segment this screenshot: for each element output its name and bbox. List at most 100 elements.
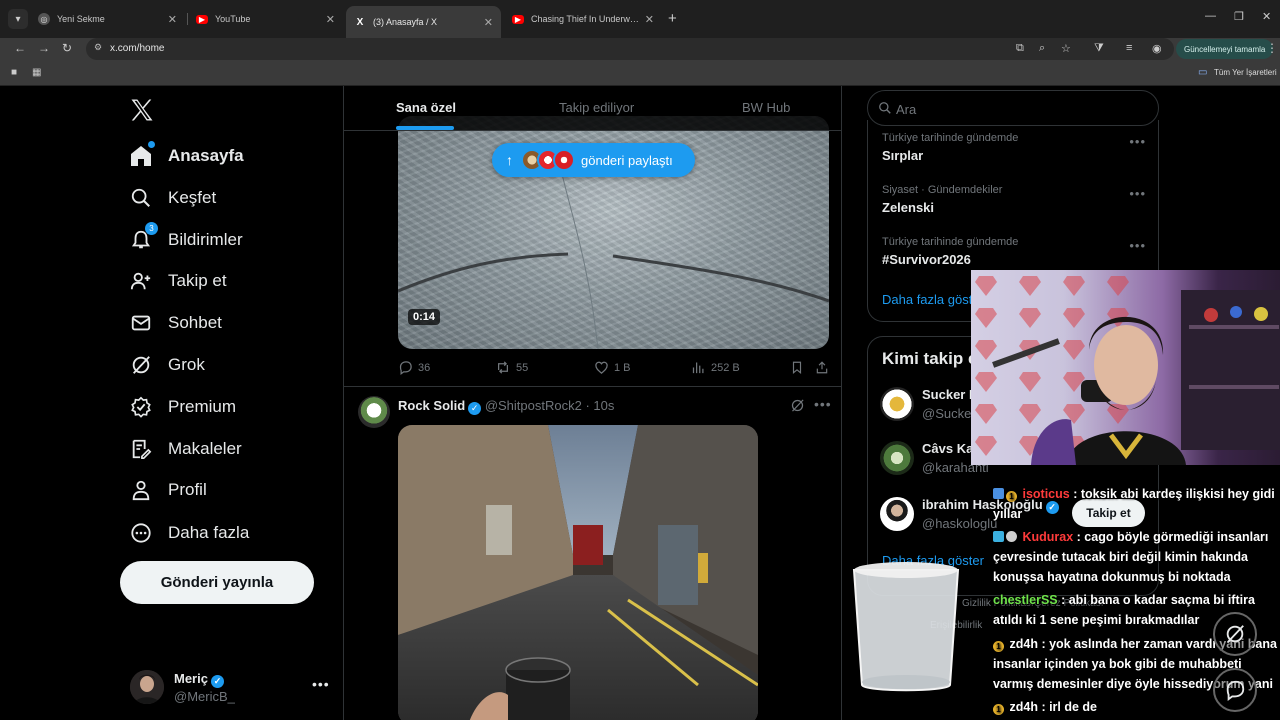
sidebar-item-follow[interactable]: Takip et — [128, 264, 227, 298]
more-options-icon[interactable]: ••• — [1129, 134, 1146, 149]
sidebar-item-premium[interactable]: Premium — [128, 390, 236, 424]
tab-following[interactable]: Takip ediliyor — [559, 100, 634, 115]
zoom-icon[interactable]: ⌕ — [1039, 42, 1045, 55]
address-bar[interactable]: ⚙ x.com/home ⧉ ⌕ ☆ ⧩ ≡ ◉ — [86, 38, 1174, 60]
avatar[interactable] — [358, 396, 390, 428]
divider — [344, 386, 841, 387]
sidebar-item-grok[interactable]: Grok — [128, 348, 205, 382]
extensions-icon[interactable]: ⧩ — [1094, 42, 1104, 55]
close-icon[interactable]: ✕ — [484, 16, 493, 29]
tab-title: (3) Anasayfa / X — [373, 17, 438, 27]
show-more-trends-link[interactable]: Daha fazla göster — [882, 292, 984, 307]
tab-x-home[interactable]: X (3) Anasayfa / X ✕ — [346, 6, 501, 38]
tab-new-tab[interactable]: ◎ Yeni Sekme ✕ — [30, 6, 185, 32]
forward-icon[interactable]: → — [38, 41, 50, 55]
sidebar-item-articles[interactable]: Makaleler — [128, 432, 242, 466]
install-app-icon[interactable]: ⧉ — [1016, 42, 1024, 55]
new-tab-button[interactable]: + — [668, 10, 677, 27]
sidebar-item-chat[interactable]: Sohbet — [128, 306, 222, 340]
tab-title: YouTube — [215, 14, 251, 24]
bookmark-button[interactable] — [790, 360, 809, 375]
tab-chasing-thief[interactable]: ▶ Chasing Thief In Underwear: Ca ✕ — [504, 6, 662, 32]
feed-tabs: Sana özel Takip ediliyor BW Hub — [344, 86, 841, 131]
media-icon[interactable]: ≡ — [1126, 42, 1132, 54]
share-icon — [816, 361, 828, 374]
new-posts-label: gönderi paylaştı — [581, 152, 673, 168]
sidebar-item-label: Takip et — [168, 271, 227, 290]
grok-icon — [128, 352, 154, 378]
suggested-user-name: Sucker P — [922, 387, 978, 402]
trend-item[interactable]: Siyaset · Gündemdekiler Zelenski ••• — [882, 184, 1152, 215]
profile-icon[interactable]: ◉ — [1152, 42, 1162, 55]
reload-icon[interactable]: ↻ — [62, 41, 72, 55]
more-options-icon[interactable]: ••• — [1129, 238, 1146, 253]
tweet-image[interactable] — [398, 425, 758, 720]
more-options-icon[interactable]: ••• — [814, 396, 832, 412]
grok-floating-button[interactable] — [1213, 612, 1257, 656]
tweet-timestamp[interactable]: · 10s — [585, 398, 614, 413]
chat-username: Kudurax — [1022, 530, 1074, 544]
post-button[interactable]: Gönderi yayınla — [120, 561, 314, 604]
trend-item[interactable]: Türkiye tarihinde gündemde Sırplar ••• — [882, 132, 1152, 163]
minimize-button[interactable]: — — [1205, 10, 1216, 22]
article-icon — [128, 436, 154, 462]
site-info-icon[interactable]: ⚙ — [94, 42, 102, 53]
sidebar-item-home[interactable]: Anasayfa — [128, 139, 244, 173]
account-handle: @MericB_ — [174, 689, 235, 704]
trend-item[interactable]: Türkiye tarihinde gündemde #Survivor2026… — [882, 236, 1152, 267]
messages-floating-button[interactable] — [1213, 668, 1257, 712]
share-button[interactable] — [815, 360, 834, 375]
tweet-author-name[interactable]: Rock Solid — [398, 398, 465, 413]
apps-grid-icon[interactable]: ▦ — [32, 67, 41, 78]
bookmark-star-icon[interactable]: ☆ — [1061, 42, 1071, 55]
sidebar-item-more[interactable]: Daha fazla — [128, 516, 249, 550]
sidebar-item-label: Profil — [168, 480, 207, 499]
repost-button[interactable]: 55 — [495, 360, 528, 375]
close-icon[interactable]: ✕ — [326, 13, 335, 26]
verified-badge-icon: ✓ — [210, 675, 224, 688]
url-text[interactable]: x.com/home — [110, 43, 164, 54]
account-switcher[interactable]: Meriç ✓ @MericB_ ••• — [128, 668, 330, 708]
window-icon[interactable]: ■ — [11, 67, 17, 78]
like-button[interactable]: 1 B — [594, 360, 631, 375]
tweet-author-handle[interactable]: @ShitpostRock2 — [485, 398, 582, 413]
repost-count: 55 — [516, 361, 529, 374]
views-icon — [692, 362, 704, 374]
tab-search-button[interactable]: ▾ — [8, 9, 28, 29]
sidebar-item-explore[interactable]: Keşfet — [128, 181, 216, 215]
who-to-follow-title: Kimi takip e — [882, 349, 978, 368]
bell-icon: 3 — [128, 222, 158, 253]
reply-button[interactable]: 36 — [398, 360, 430, 375]
x-logo-icon[interactable] — [128, 96, 156, 124]
heart-icon — [595, 361, 608, 374]
more-options-icon[interactable]: ••• — [312, 676, 330, 692]
views-button[interactable]: 252 B — [691, 360, 740, 375]
sidebar-item-label: Grok — [168, 355, 205, 374]
grok-icon[interactable] — [790, 398, 805, 416]
close-icon[interactable]: ✕ — [645, 13, 654, 26]
sidebar-item-profile[interactable]: Profil — [128, 473, 207, 507]
back-icon[interactable]: ← — [14, 41, 26, 55]
close-window-button[interactable]: ✕ — [1262, 10, 1271, 23]
trend-name: Zelenski — [882, 200, 935, 215]
more-options-icon[interactable]: ••• — [1129, 186, 1146, 201]
browser-menu-icon[interactable]: ⋮ — [1266, 41, 1278, 55]
post-actions: 36 55 1 B 252 B — [398, 360, 829, 378]
chat-badge-icon — [993, 488, 1004, 499]
maximize-button[interactable]: ❐ — [1234, 10, 1244, 23]
repost-icon — [498, 361, 508, 374]
notification-count-badge: 3 — [145, 222, 158, 235]
premium-icon — [128, 394, 154, 420]
sidebar-item-notifications[interactable]: 3 Bildirimler — [128, 222, 243, 257]
update-button[interactable]: Güncellemeyi tamamla — [1176, 39, 1274, 59]
search-placeholder[interactable]: Ara — [896, 102, 916, 117]
tab-youtube[interactable]: ▶ YouTube ✕ — [188, 6, 343, 32]
close-icon[interactable]: ✕ — [168, 13, 177, 26]
tab-bw-hub[interactable]: BW Hub — [742, 100, 790, 115]
all-bookmarks-link[interactable]: Tüm Yer İşaretleri — [1214, 68, 1277, 77]
new-posts-pill[interactable]: ↑ gönderi paylaştı — [492, 143, 695, 177]
home-icon — [128, 141, 155, 169]
suggested-user-name: Câvs Kar — [922, 441, 979, 456]
tab-for-you[interactable]: Sana özel — [396, 100, 456, 115]
arrow-up-icon: ↑ — [506, 152, 513, 168]
